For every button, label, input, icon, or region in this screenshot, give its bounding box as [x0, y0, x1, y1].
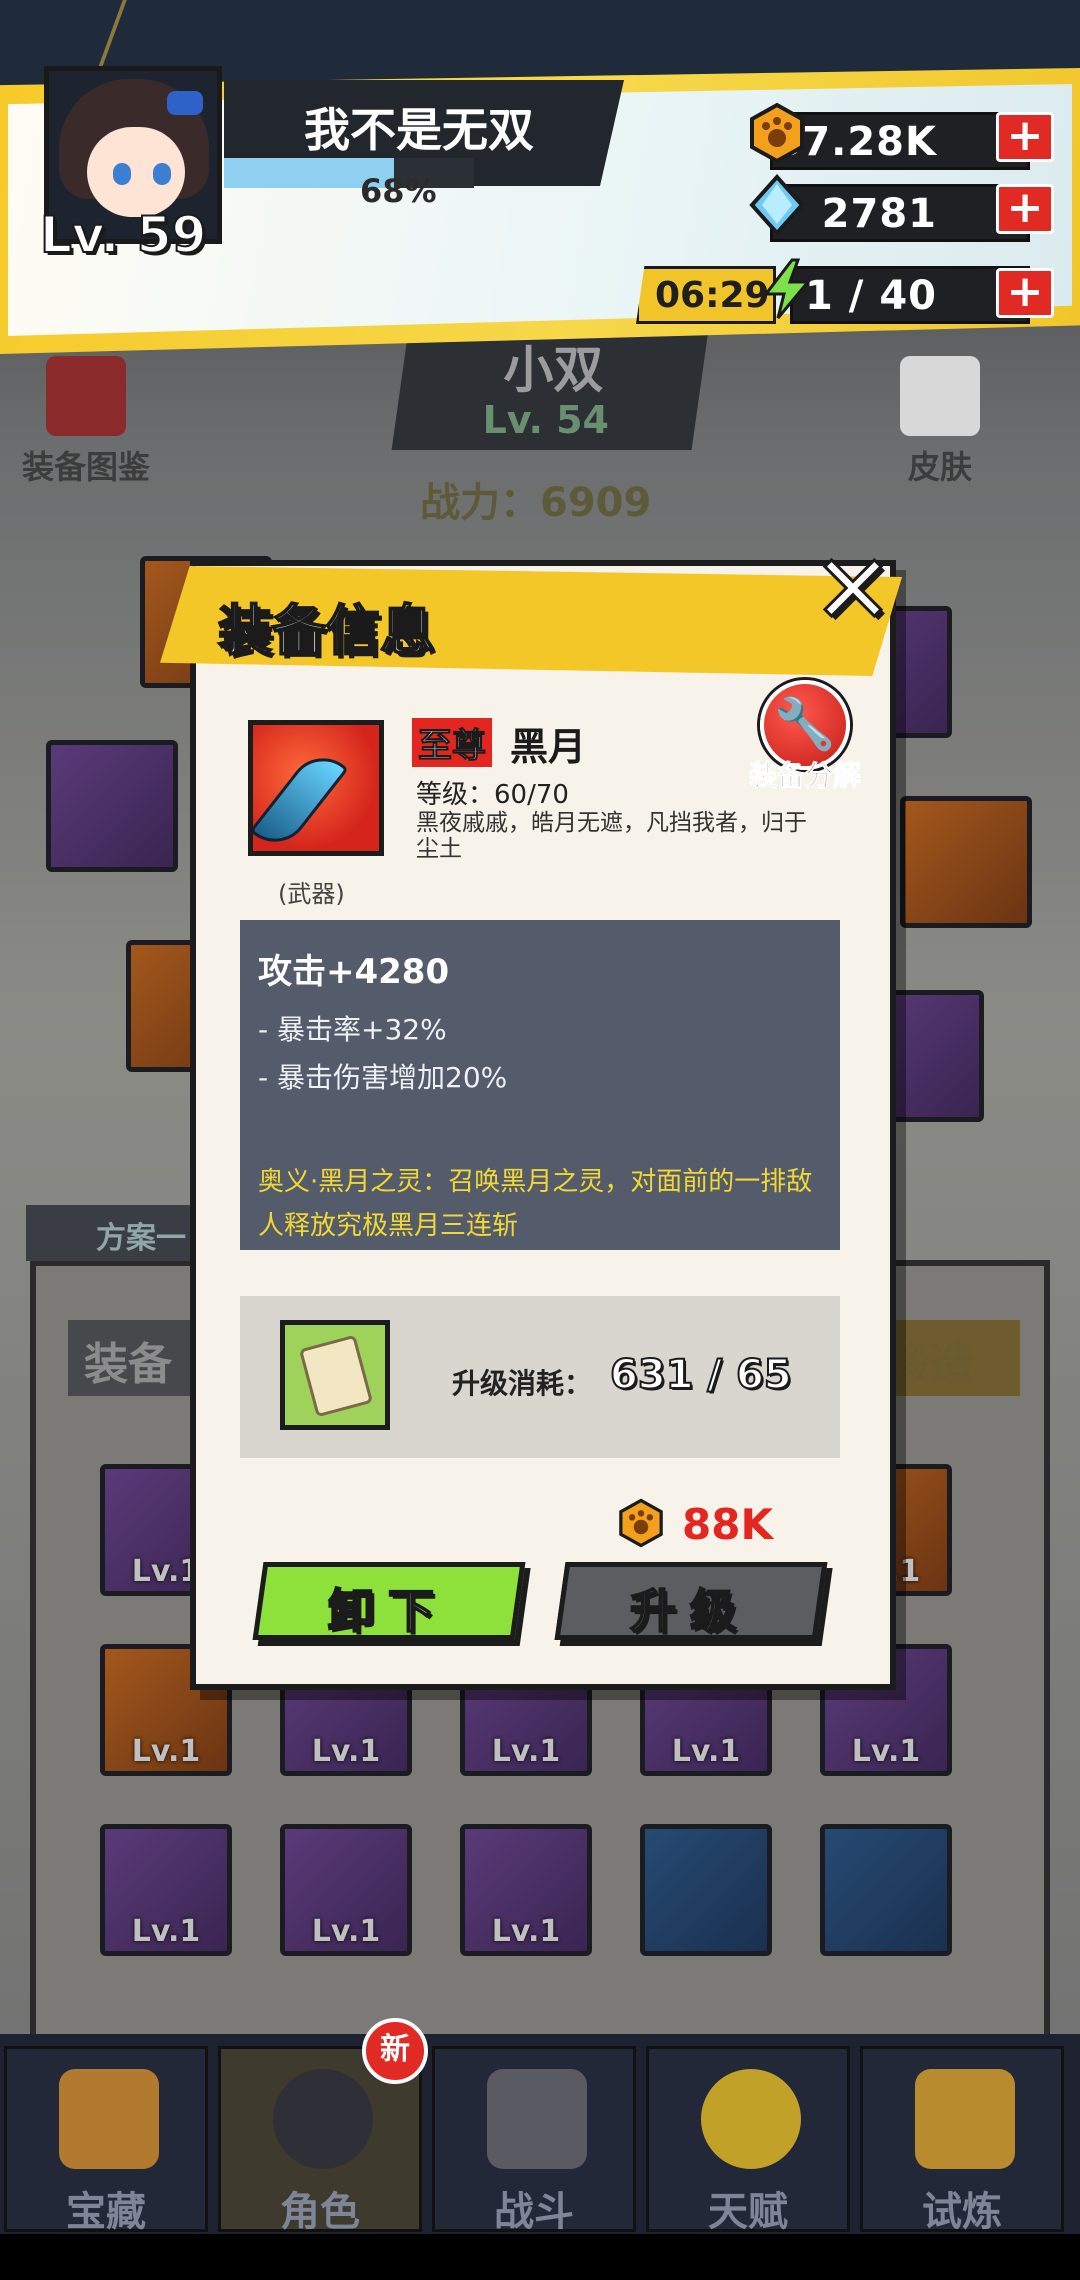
book-icon: [46, 356, 126, 436]
add-energy-button[interactable]: +: [996, 268, 1054, 318]
equip-slot[interactable]: [46, 740, 178, 872]
scroll-paper: [298, 1334, 374, 1418]
inventory-slot-level: Lv.1: [491, 1914, 561, 1949]
item-level: 等级：60/70: [416, 780, 569, 810]
diamond-value: 2781: [821, 191, 937, 237]
avatar-eye: [113, 163, 131, 185]
item-name: 黑月: [510, 725, 587, 769]
avatar-eye: [153, 163, 171, 185]
nav-talent[interactable]: 天赋: [646, 2046, 850, 2235]
crossed-swords-icon: [915, 2069, 1015, 2169]
item-weapon-icon: [248, 720, 384, 856]
equip-slot[interactable]: [900, 796, 1032, 928]
diamond-icon: [749, 174, 805, 236]
nav-label: 天赋: [708, 2189, 788, 2235]
dismantle-label: 装备分解: [748, 759, 861, 793]
energy-counter: 1 / 40: [790, 266, 1030, 324]
nav-trial[interactable]: 试炼: [860, 2046, 1064, 2235]
tab-equipment-label: 装备: [84, 1339, 172, 1390]
nav-treasure[interactable]: 宝藏: [4, 2046, 208, 2235]
inventory-slot[interactable]: [820, 1824, 952, 1956]
sword-icon: [487, 2069, 587, 2169]
avatar-bow: [167, 91, 203, 115]
modal-title: 装备信息: [217, 598, 435, 663]
gold-paw-icon: [619, 1498, 663, 1548]
character-level: Lv. 54: [482, 398, 610, 442]
nav-label: 宝藏: [66, 2189, 146, 2235]
item-type: (武器): [278, 880, 345, 908]
bottom-nav: 宝藏 角色 战斗 天赋 试炼: [0, 2034, 1080, 2235]
close-button[interactable]: ✕: [808, 541, 898, 640]
inventory-slot-level: Lv.1: [671, 1734, 741, 1769]
nav-battle[interactable]: 战斗: [432, 2046, 636, 2235]
inventory-slot-level: Lv.1: [311, 1734, 381, 1769]
character-portrait-icon: [273, 2069, 373, 2169]
gold-counter: 87.28K: [770, 112, 1030, 170]
diamond-counter: 2781: [770, 184, 1030, 242]
inventory-slot-level: Lv.1: [131, 1914, 201, 1949]
stat-crit-rate: - 暴击率+32%: [258, 1013, 447, 1046]
lightbulb-icon: [701, 2069, 801, 2169]
combat-power: 战力：6909: [420, 480, 652, 526]
scheme-label: 方案一: [96, 1221, 186, 1256]
stat-attack: 攻击+4280: [258, 952, 450, 992]
inventory-slot[interactable]: Lv.1: [280, 1824, 412, 1956]
item-description: 黑夜戚戚，皓月无遮，凡挡我者，归于尘土: [416, 810, 807, 862]
system-bottom-bar: [0, 2234, 1080, 2280]
stat-crit-damage: - 暴击伤害增加20%: [258, 1061, 508, 1094]
treasure-chest-icon: [59, 2069, 159, 2169]
skin-label: 皮肤: [907, 448, 972, 486]
nav-label: 战斗: [494, 2189, 574, 2235]
dismantle-button[interactable]: 🔧 装备分解: [740, 680, 870, 794]
add-diamond-button[interactable]: +: [996, 184, 1054, 234]
gold-cost: 88K: [682, 1500, 773, 1549]
lightning-icon: [762, 258, 812, 319]
new-badge: 新: [362, 2018, 428, 2084]
nav-label: 角色: [280, 2189, 360, 2235]
rarity-badge: 至尊: [412, 718, 492, 767]
skill-description: 奥义·黑月之灵：召唤黑月之灵，对面前的一排敌人释放究极黑月三连斩: [258, 1167, 813, 1241]
uniform-icon: [900, 356, 980, 436]
player-name: 我不是无双: [304, 103, 534, 157]
energy-timer: 06:29: [636, 266, 776, 324]
exp-percent: 68%: [360, 172, 437, 210]
scheme-selector[interactable]: 方案一: [26, 1205, 206, 1261]
energy-value: 1 / 40: [805, 273, 937, 319]
player-level: Lv. 59: [39, 205, 207, 265]
upgrade-label: 升级: [629, 1583, 751, 1639]
blade-icon: [253, 744, 349, 851]
upgrade-cost-value: 631 / 65: [609, 1351, 793, 1399]
upgrade-button[interactable]: 升级: [554, 1562, 828, 1640]
add-gold-button[interactable]: +: [996, 112, 1054, 162]
inventory-slot[interactable]: Lv.1: [100, 1824, 232, 1956]
inventory-slot[interactable]: [640, 1824, 772, 1956]
equipment-codex-label: 装备图鉴: [22, 448, 151, 486]
inventory-slot-level: Lv.1: [491, 1734, 561, 1769]
inventory-slot[interactable]: Lv.1: [460, 1824, 592, 1956]
inventory-slot-level: Lv.1: [851, 1734, 921, 1769]
upgrade-cost-label: 升级消耗：: [452, 1367, 593, 1400]
tab-forge-label: 锻造: [886, 1339, 974, 1390]
equipment-codex-button[interactable]: 装备图鉴: [22, 356, 150, 488]
skin-button[interactable]: 皮肤: [900, 356, 980, 488]
unequip-button[interactable]: 卸下: [252, 1562, 526, 1640]
unequip-label: 卸下: [327, 1583, 449, 1639]
energy-timer-value: 06:29: [655, 275, 770, 316]
scroll-material-icon: [280, 1320, 390, 1430]
nav-label: 试炼: [922, 2189, 1002, 2235]
inventory-slot-level: Lv.1: [311, 1914, 381, 1949]
gold-paw-icon: [750, 102, 804, 164]
inventory-slot-level: Lv.1: [131, 1734, 201, 1769]
